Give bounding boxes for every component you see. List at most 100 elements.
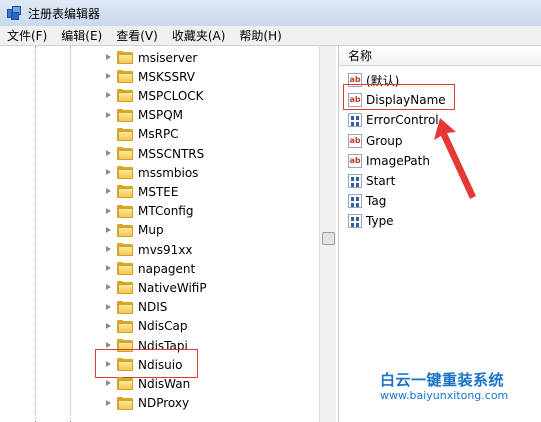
tree-item-label: MSPCLOCK: [138, 88, 204, 103]
folder-icon: [117, 223, 133, 237]
tree-item[interactable]: mvs91xx: [104, 240, 193, 259]
column-header-label: 名称: [348, 49, 373, 63]
folder-icon: [117, 281, 133, 295]
tree-item[interactable]: MSPQM: [104, 106, 183, 125]
tree-item-label: NativeWifiP: [138, 280, 207, 295]
tree-item[interactable]: MTConfig: [104, 202, 193, 221]
string-value-icon: ab: [348, 133, 362, 148]
tree-item[interactable]: NdisCap: [104, 317, 188, 336]
expand-arrow-icon[interactable]: [104, 111, 113, 120]
folder-icon: [117, 70, 133, 84]
folder-icon: [117, 127, 133, 141]
value-name: Start: [366, 174, 396, 188]
expand-arrow-icon[interactable]: [104, 303, 113, 312]
expand-arrow-icon[interactable]: [104, 283, 113, 292]
expand-arrow-icon[interactable]: [104, 226, 113, 235]
tree-item-label: mvs91xx: [138, 242, 193, 257]
tree-scrollbar[interactable]: [319, 46, 336, 422]
expand-arrow-icon[interactable]: [104, 149, 113, 158]
expand-arrow-icon[interactable]: [104, 53, 113, 62]
tree-item-label: mssmbios: [138, 165, 199, 180]
registry-editor-icon: [6, 5, 22, 21]
expand-arrow-icon[interactable]: [104, 72, 113, 81]
tree-item[interactable]: NdisWan: [104, 374, 190, 393]
column-header-name[interactable]: 名称: [339, 46, 541, 66]
menu-favorites[interactable]: 收藏夹(A): [165, 27, 233, 44]
binary-value-icon: [348, 214, 362, 229]
tree-item[interactable]: mssmbios: [104, 163, 198, 182]
string-value-icon: ab: [348, 153, 362, 168]
tree-item-label: MSSCNTRS: [138, 146, 205, 161]
tree-guide-line: [35, 46, 36, 422]
binary-value-icon: [348, 113, 362, 128]
value-row[interactable]: Start: [348, 171, 395, 191]
tree-item[interactable]: NativeWifiP: [104, 278, 207, 297]
expand-arrow-icon[interactable]: [104, 91, 113, 100]
value-name: Group: [366, 133, 403, 148]
tree-item[interactable]: Mup: [104, 221, 164, 240]
scrollbar-thumb[interactable]: [322, 232, 335, 245]
menu-edit[interactable]: 编辑(E): [54, 27, 109, 44]
tree-item-label: MTConfig: [138, 204, 194, 219]
tree-item[interactable]: MSSCNTRS: [104, 144, 204, 163]
folder-icon: [117, 204, 133, 218]
folder-icon: [117, 243, 133, 256]
tree-item[interactable]: NDIS: [104, 298, 167, 317]
value-row[interactable]: ErrorControl: [348, 110, 439, 130]
watermark-url: www.baiyunxitong.com: [380, 389, 509, 402]
tree-item-label: NdisWan: [138, 376, 191, 391]
value-row[interactable]: ab ImagePath: [348, 151, 430, 171]
tree-item-label: napagent: [138, 261, 196, 276]
expand-arrow-icon[interactable]: [104, 207, 113, 216]
tree-item-label: NdisCap: [138, 319, 188, 334]
tree-item[interactable]: MsRPC: [104, 125, 179, 144]
folder-icon: [117, 319, 133, 333]
tree-item-label: MsRPC: [138, 127, 179, 142]
tree-item-label: MSTEE: [138, 184, 179, 199]
menu-help[interactable]: 帮助(H): [232, 27, 288, 44]
value-name: Tag: [366, 194, 387, 209]
tree-item-label: NDProxy: [138, 396, 190, 411]
annotation-arrow: [434, 118, 476, 199]
tree-item-label: Mup: [138, 223, 164, 238]
tree-item[interactable]: NDProxy: [104, 394, 189, 413]
expand-arrow-icon[interactable]: [104, 322, 113, 331]
value-name: ImagePath: [366, 153, 430, 168]
expand-arrow-icon[interactable]: [104, 245, 113, 254]
tree-connector: [104, 130, 113, 139]
tree-item[interactable]: napagent: [104, 259, 195, 278]
folder-icon: [117, 185, 133, 199]
tree-item-label: NDIS: [138, 300, 168, 315]
value-row[interactable]: Tag: [348, 191, 386, 211]
expand-arrow-icon[interactable]: [104, 264, 113, 273]
folder-icon: [117, 262, 133, 276]
menu-file[interactable]: 文件(F): [0, 27, 54, 44]
folder-icon: [117, 108, 133, 122]
tree-guide-line: [70, 46, 71, 422]
tree-item-label: MSPQM: [138, 108, 184, 123]
expand-arrow-icon[interactable]: [104, 187, 113, 196]
tree-item[interactable]: msiserver: [104, 48, 197, 67]
folder-icon: [117, 300, 133, 314]
value-row[interactable]: ab Group: [348, 131, 403, 151]
menu-bar: 文件(F) 编辑(E) 查看(V) 收藏夹(A) 帮助(H): [0, 26, 541, 46]
binary-value-icon: [348, 194, 362, 209]
tree-item[interactable]: MSTEE: [104, 182, 178, 201]
registry-tree[interactable]: msiserver MSKSSRV MSPCLOCK MSPQM MsRPC MSSCNT…: [0, 46, 320, 422]
tree-item[interactable]: MSPCLOCK: [104, 86, 204, 105]
menu-view[interactable]: 查看(V): [109, 27, 165, 44]
tree-item[interactable]: MSKSSRV: [104, 67, 195, 86]
folder-icon: [117, 377, 133, 391]
expand-arrow-icon[interactable]: [104, 379, 113, 388]
tree-item-label: MSKSSRV: [138, 69, 195, 84]
expand-arrow-icon[interactable]: [104, 168, 113, 177]
title-bar: 注册表编辑器: [0, 0, 541, 26]
value-name: Type: [366, 214, 394, 229]
folder-icon: [117, 166, 133, 180]
window-title: 注册表编辑器: [28, 6, 101, 21]
values-list[interactable]: 名称 ab (默认) ab DisplayName ErrorControl ab Grou…: [338, 46, 541, 422]
value-row[interactable]: Type: [348, 211, 394, 231]
folder-icon: [117, 147, 133, 160]
expand-arrow-icon[interactable]: [104, 399, 113, 408]
folder-icon: [117, 396, 133, 410]
